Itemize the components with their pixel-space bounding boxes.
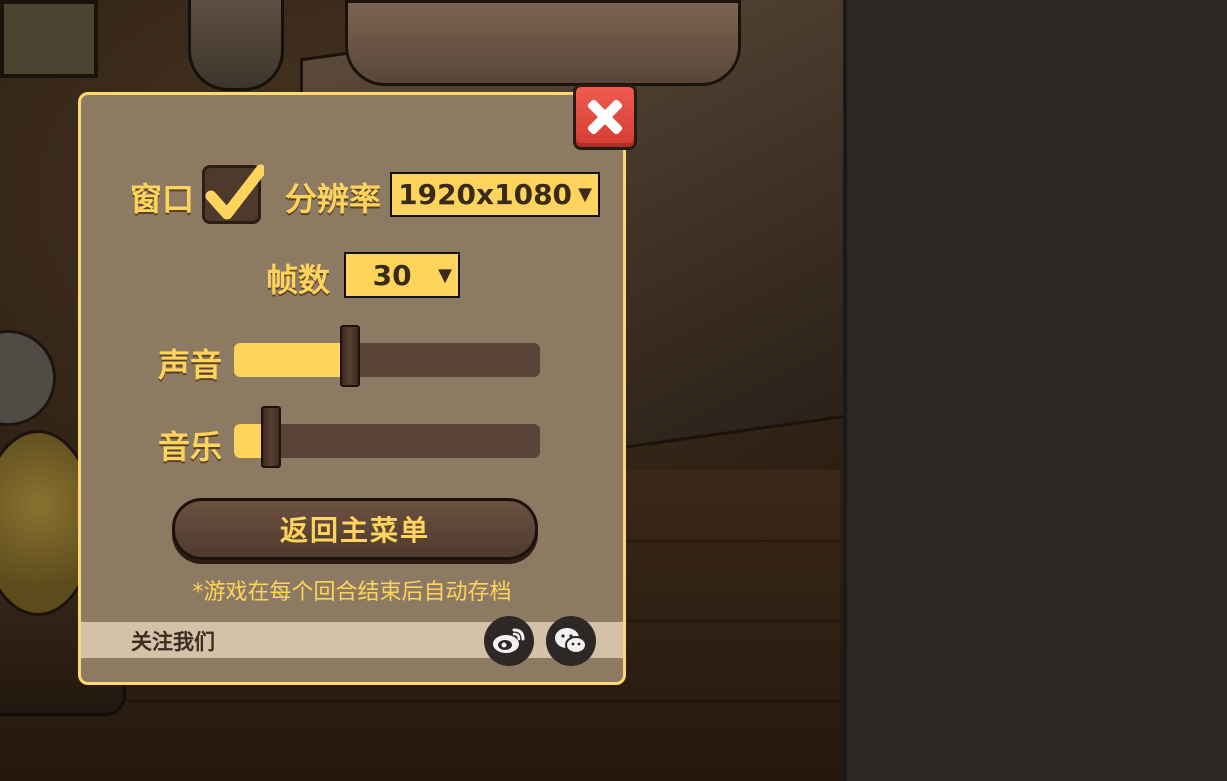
plate [0, 330, 56, 426]
follow-us-bar: 关注我们 [81, 622, 623, 658]
autosave-note: *游戏在每个回合结束后自动存档 [192, 580, 512, 605]
music-slider-handle[interactable] [261, 406, 281, 468]
dropdown-arrow-icon: ▼ [578, 184, 592, 205]
resolution-dropdown[interactable]: 1920x1080 ▼ [390, 172, 600, 217]
window-label: 窗口 [130, 180, 195, 218]
close-button[interactable] [573, 84, 637, 150]
wechat-button[interactable] [546, 616, 596, 666]
sound-slider[interactable] [234, 325, 540, 387]
window-frame [0, 0, 98, 78]
fps-dropdown[interactable]: 30 ▼ [344, 252, 460, 298]
fps-value: 30 [372, 258, 412, 292]
weibo-icon [493, 628, 525, 653]
pillow [345, 0, 741, 86]
music-label: 音乐 [158, 428, 223, 466]
fps-label: 帧数 [266, 261, 331, 299]
wechat-icon [555, 628, 587, 654]
weibo-button[interactable] [484, 616, 534, 666]
resolution-label: 分辨率 [285, 180, 382, 218]
dropdown-arrow-icon: ▼ [438, 264, 452, 286]
window-checkbox[interactable] [202, 164, 264, 224]
sound-label: 声音 [158, 346, 223, 384]
sound-slider-handle[interactable] [340, 325, 360, 387]
lamp [188, 0, 284, 91]
right-dark-panel [843, 0, 1227, 781]
follow-us-label: 关注我们 [131, 630, 215, 654]
checkmark-icon [205, 164, 264, 220]
sound-slider-fill [234, 343, 350, 377]
close-icon [586, 98, 624, 136]
music-slider[interactable] [234, 406, 540, 468]
resolution-value: 1920x1080 [398, 178, 573, 211]
return-main-menu-button[interactable]: 返回主菜单 [172, 498, 538, 560]
